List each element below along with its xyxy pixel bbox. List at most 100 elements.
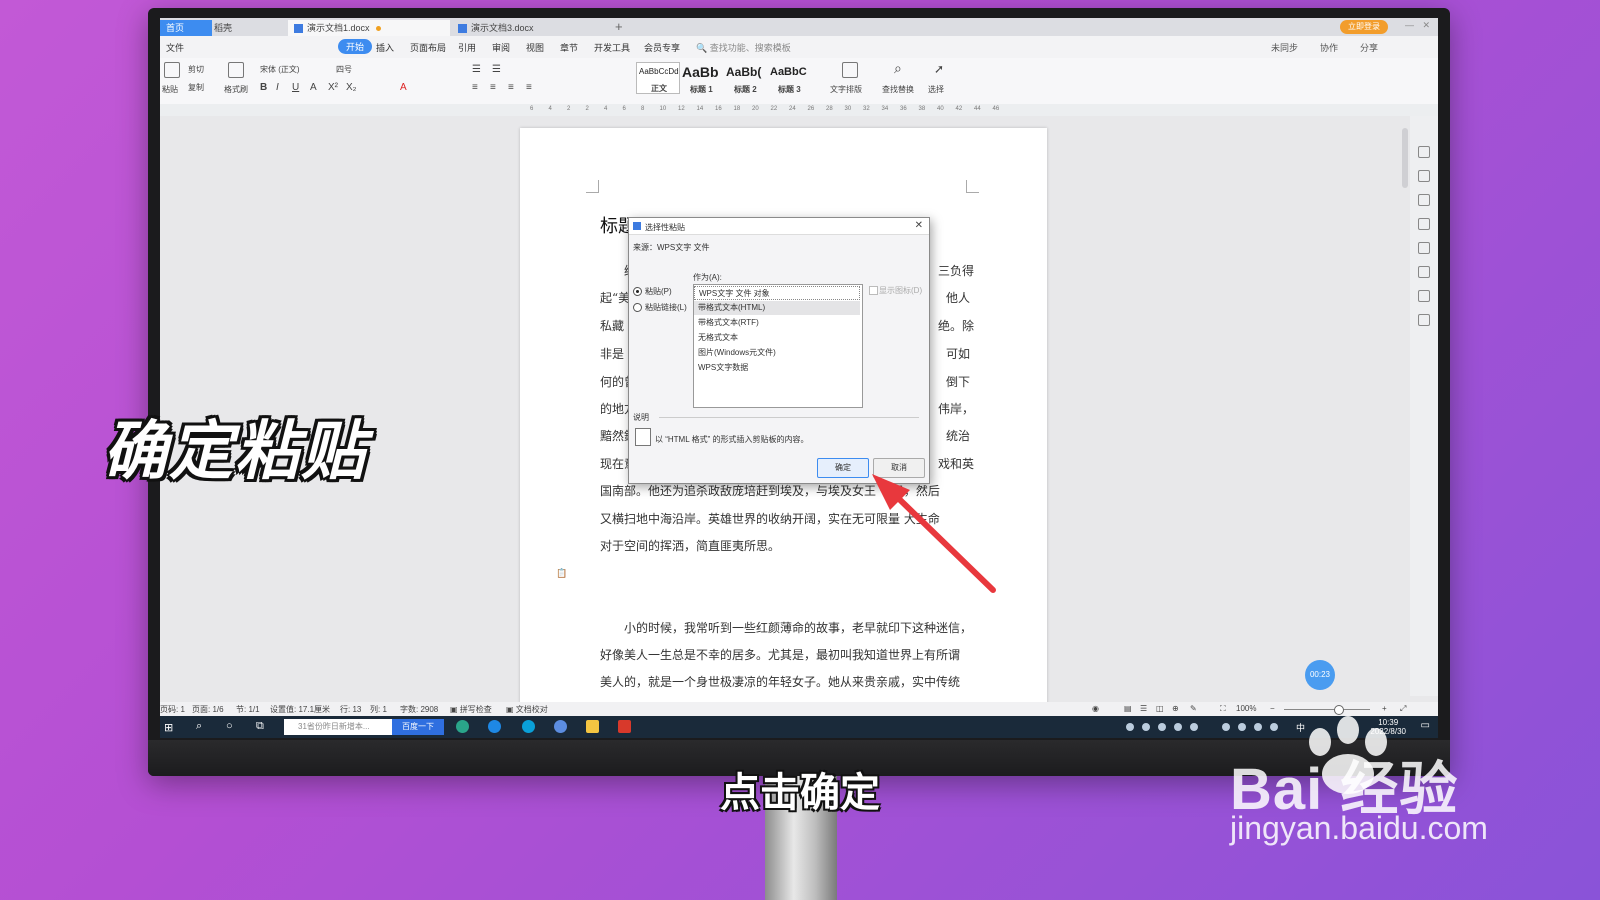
list-option[interactable]: WPS文字数据 (694, 361, 860, 375)
align-center-icon[interactable]: ≡ (490, 82, 496, 93)
pen-icon[interactable]: ✎ (1190, 704, 1197, 713)
doc-line-tail[interactable]: 绝。除 (938, 317, 974, 334)
doc-line-tail[interactable]: 伟岸， (938, 400, 974, 417)
status-pages[interactable]: 页面: 1/6 (192, 704, 224, 715)
page-view-icon[interactable]: ▤ (1124, 704, 1132, 713)
function-search[interactable]: 🔍 查找功能、搜索模板 (696, 41, 791, 54)
task-view-icon[interactable]: ⧉ (256, 720, 264, 733)
sync-button[interactable]: 未同步 (1271, 41, 1298, 54)
tab-document-3[interactable]: 演示文档3.docx (452, 20, 614, 36)
doc-line-tail[interactable]: 三负得 (938, 262, 974, 279)
show-icon-checkbox[interactable] (869, 286, 878, 295)
menu-review[interactable]: 审阅 (492, 41, 510, 54)
file-explorer-icon[interactable] (586, 720, 599, 733)
baidu-search-button[interactable]: 百度一下 (392, 719, 444, 735)
paste-format-list[interactable]: WPS文字 文件 对象 带格式文本(HTML) 带格式文本(RTF) 无格式文本… (693, 284, 863, 408)
close-icon[interactable]: ✕ (915, 220, 923, 231)
tab-document-1[interactable]: 演示文档1.docx (288, 20, 450, 36)
status-page[interactable]: 页码: 1 (160, 704, 185, 715)
paste-options-icon[interactable]: 📋 (556, 568, 567, 579)
menu-start[interactable]: 开始 (338, 39, 373, 54)
number-list-icon[interactable]: ☰ (492, 64, 501, 75)
style-normal[interactable]: AaBbCcDd 正文 (636, 62, 680, 94)
minimize-icon[interactable]: — (1405, 20, 1414, 30)
font-color-button[interactable]: A (400, 82, 407, 93)
justify-icon[interactable]: ≡ (526, 82, 532, 93)
menu-chapter[interactable]: 章节 (560, 41, 578, 54)
cursor-icon[interactable] (1418, 194, 1430, 206)
wps-app-icon[interactable] (618, 720, 631, 733)
doc-line[interactable]: 非是 (600, 345, 624, 362)
status-section[interactable]: 节: 1/1 (236, 704, 260, 715)
edge-icon[interactable] (488, 720, 501, 733)
doc-line-tail[interactable]: 可如 (946, 345, 970, 362)
help-icon[interactable] (1418, 242, 1430, 254)
tray-icon[interactable] (1238, 723, 1246, 731)
list-option[interactable]: 带格式文本(RTF) (694, 316, 860, 330)
style-heading-2[interactable]: AaBb( 标题 2 (726, 62, 768, 94)
eye-protect-icon[interactable]: ◉ (1092, 704, 1099, 713)
cortana-icon[interactable]: ○ (226, 720, 233, 732)
doc-line[interactable]: 私藏 (600, 317, 624, 334)
menu-layout[interactable]: 页面布局 (410, 41, 446, 54)
status-row[interactable]: 行: 13 (340, 704, 361, 715)
list-option[interactable]: 图片(Windows元文件) (694, 346, 860, 360)
read-view-icon[interactable]: ◫ (1156, 704, 1164, 713)
share-button[interactable]: 分享 (1360, 41, 1378, 54)
doc-line[interactable]: 好像美人一生总是不幸的居多。尤其是，最初叫我知道世界上有所谓 (600, 646, 960, 663)
close-window-icon[interactable]: ✕ (1422, 20, 1430, 31)
search-icon[interactable]: ⌕ (196, 720, 202, 733)
doc-line[interactable]: 国南部。他还为追杀政敌庞培赶到埃及，与埃及女王 一子，然后 (600, 482, 940, 499)
doc-line[interactable]: 对于空间的挥洒，简直匪夷所思。 (600, 537, 780, 554)
menu-insert[interactable]: 插入 (376, 41, 394, 54)
bullet-list-icon[interactable]: ☰ (472, 64, 481, 75)
zoom-level[interactable]: 100% (1236, 704, 1256, 713)
browser-icon[interactable] (522, 720, 535, 733)
format-painter-icon[interactable] (228, 62, 244, 78)
fit-icon[interactable]: ⛶ (1220, 704, 1226, 714)
menu-reference[interactable]: 引用 (458, 41, 476, 54)
menu-file[interactable]: 文件 (166, 41, 184, 54)
doc-line[interactable]: 美人的，就是一个身世极凄凉的年轻女子。她从来贵亲戚，实中传统 (600, 673, 960, 690)
tray-icon[interactable] (1142, 723, 1150, 731)
subscript-button[interactable]: X₂ (346, 82, 357, 93)
image-icon[interactable] (1418, 266, 1430, 278)
tray-icon[interactable] (1126, 723, 1134, 731)
underline-button[interactable]: U (292, 82, 299, 93)
spell-check-button[interactable]: ▣ 拼写检查 (450, 704, 492, 715)
menu-member[interactable]: 会员专享 (644, 41, 680, 54)
volume-icon[interactable] (1270, 723, 1278, 731)
proofread-button[interactable]: ▣ 文档校对 (506, 704, 548, 715)
zoom-out-icon[interactable]: − (1270, 704, 1275, 713)
doc-line[interactable]: 又横扫地中海沿岸。英雄世界的收纳开阔，实在无可限量 大生命 (600, 510, 940, 527)
share-icon[interactable] (1418, 290, 1430, 302)
dialog-titlebar[interactable]: 选择性粘贴 ✕ (629, 218, 929, 235)
tab-home[interactable]: 首页 (160, 20, 212, 36)
menu-developer[interactable]: 开发工具 (594, 41, 630, 54)
align-left-icon[interactable]: ≡ (472, 82, 478, 93)
paste-radio[interactable] (633, 287, 642, 296)
tab-daoke[interactable]: 稻壳 (208, 20, 290, 36)
style-heading-1[interactable]: AaBb 标题 1 (682, 62, 724, 94)
notification-icon[interactable]: ▭ (1421, 720, 1430, 731)
style-panel-icon[interactable] (1418, 146, 1430, 158)
font-size-select[interactable]: 四号 (336, 64, 376, 75)
bold-button[interactable]: B (260, 82, 267, 93)
windows-start-icon[interactable]: ⊞ (164, 721, 173, 734)
list-option[interactable]: WPS文字 文件 对象 (694, 286, 860, 300)
vertical-scrollbar[interactable] (1402, 128, 1408, 188)
find-replace-icon[interactable]: ⌕ (894, 60, 902, 77)
web-view-icon[interactable]: ⊕ (1172, 704, 1179, 713)
ok-button[interactable]: 确定 (817, 458, 869, 478)
strikethrough-button[interactable]: A (310, 82, 317, 93)
app-icon-1[interactable] (456, 720, 469, 733)
login-button[interactable]: 立即登录 (1340, 20, 1388, 34)
cancel-button[interactable]: 取消 (873, 458, 925, 478)
list-option-selected[interactable]: 带格式文本(HTML) (694, 301, 860, 315)
doc-line-tail[interactable]: 他人 (946, 289, 970, 306)
tray-icon[interactable] (1190, 723, 1198, 731)
status-words[interactable]: 字数: 2908 (400, 704, 438, 715)
network-icon[interactable] (1254, 723, 1262, 731)
style-heading-3[interactable]: AaBbC 标题 3 (770, 62, 812, 94)
font-select[interactable]: 宋体 (正文) (260, 64, 330, 75)
